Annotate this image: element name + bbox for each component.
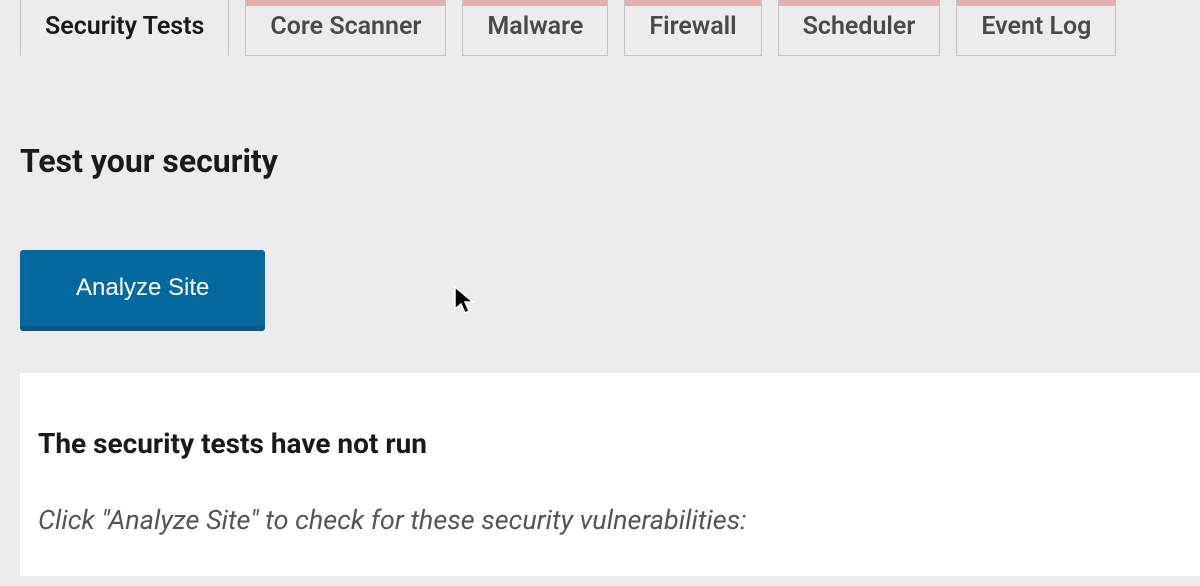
tab-scheduler[interactable]: Scheduler <box>778 0 941 56</box>
results-heading: The security tests have not run <box>38 427 1200 460</box>
tab-event-log[interactable]: Event Log <box>956 0 1116 56</box>
page-title: Test your security <box>20 142 1200 180</box>
tab-firewall[interactable]: Firewall <box>624 0 761 56</box>
results-panel: The security tests have not run Click "A… <box>20 373 1200 576</box>
tab-malware[interactable]: Malware <box>462 0 608 56</box>
results-instruction: Click "Analyze Site" to check for these … <box>38 504 1200 536</box>
cursor-icon <box>454 286 476 316</box>
analyze-site-button[interactable]: Analyze Site <box>20 250 265 331</box>
tab-core-scanner[interactable]: Core Scanner <box>245 0 446 56</box>
tab-bar: Security Tests Core Scanner Malware Fire… <box>0 0 1200 56</box>
tab-security-tests[interactable]: Security Tests <box>20 0 229 56</box>
